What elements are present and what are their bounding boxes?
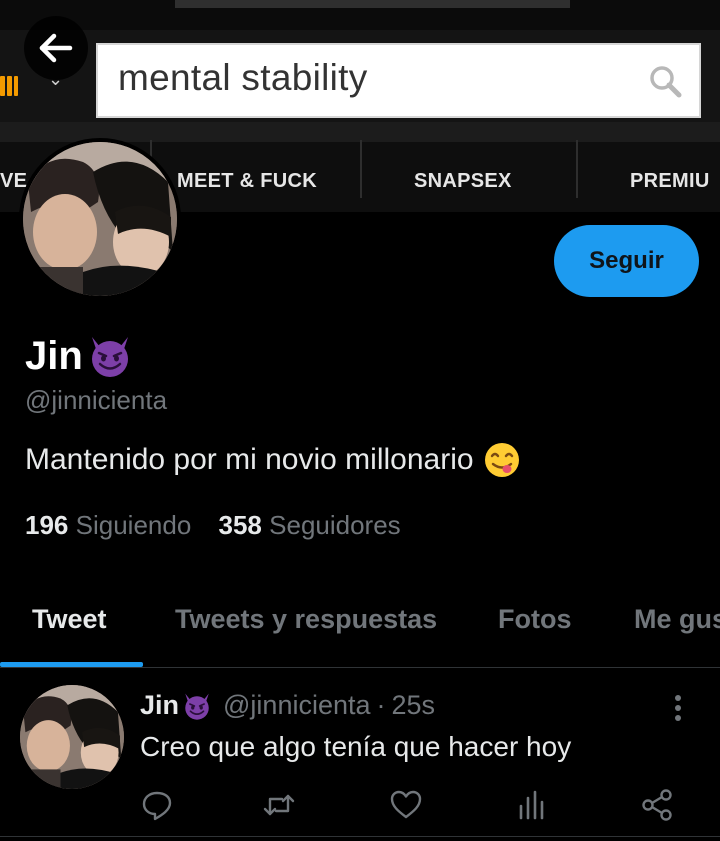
following-link[interactable]: 196 Siguiendo: [25, 510, 191, 540]
face-savoring-food-icon: [484, 443, 519, 477]
tab-photos[interactable]: Fotos: [498, 604, 572, 635]
banner-search-text: mental stability: [118, 57, 368, 98]
profile-bio: Mantenido por mi novio millonario: [25, 440, 522, 480]
following-label: Siguiendo: [75, 510, 192, 540]
tweet-timestamp[interactable]: 25s: [392, 690, 436, 721]
followers-link[interactable]: 358 Seguidores: [219, 510, 401, 540]
retweet-icon[interactable]: [262, 788, 296, 822]
smiling-devil-icon: [91, 337, 128, 377]
banner-nav-item: PREMIU: [630, 170, 710, 192]
more-options-icon[interactable]: [668, 693, 688, 723]
avatar-photo: [20, 685, 124, 789]
followers-count: 358: [218, 510, 262, 540]
arrow-left-icon: [39, 33, 73, 63]
profile-handle: @jinnicienta: [25, 385, 168, 415]
tweet-header: Jin @jinnicienta · 25s: [140, 690, 435, 721]
banner-nav-separator: [360, 140, 362, 198]
profile-name-text: Jin: [25, 333, 83, 378]
tab-tweets-replies[interactable]: Tweets y respuestas: [175, 604, 437, 635]
profile-bio-text: Mantenido por mi novio millonario: [25, 443, 474, 476]
following-count: 196: [25, 510, 69, 540]
follow-button[interactable]: Seguir: [554, 225, 699, 297]
share-icon[interactable]: [640, 788, 674, 822]
banner-nav-item: SNAPSEX: [414, 170, 512, 192]
tab-likes[interactable]: Me gus: [634, 604, 720, 635]
site-logo: [0, 76, 18, 96]
profile-stats: 196 Siguiendo 358 Seguidores: [25, 510, 401, 541]
tweet-author-name[interactable]: Jin: [140, 690, 179, 721]
tweet-avatar[interactable]: [20, 685, 124, 789]
tweet-separator: ·: [376, 690, 386, 720]
tabs-divider: [0, 667, 720, 668]
banner-nav-item: MEET & FUCK: [177, 170, 317, 192]
avatar-photo: [23, 142, 177, 296]
banner-top-bar: [175, 0, 570, 8]
banner-nav-separator: [576, 140, 578, 198]
followers-label: Seguidores: [269, 510, 401, 540]
tweet-author-handle: @jinnicienta: [223, 690, 371, 720]
banner-search-box: mental stability: [96, 43, 701, 118]
tweet-text: Creo que algo tenía que hacer hoy: [140, 731, 572, 762]
like-icon[interactable]: [389, 788, 423, 822]
tweet-divider: [0, 836, 720, 837]
reply-icon[interactable]: [140, 788, 174, 822]
analytics-icon[interactable]: [515, 788, 549, 822]
back-button[interactable]: [24, 16, 88, 80]
tab-tweet[interactable]: Tweet: [32, 604, 107, 635]
profile-display-name: Jin: [25, 333, 134, 379]
profile-avatar[interactable]: [19, 138, 181, 300]
smiling-devil-icon: [185, 693, 209, 720]
search-icon: [650, 66, 682, 98]
